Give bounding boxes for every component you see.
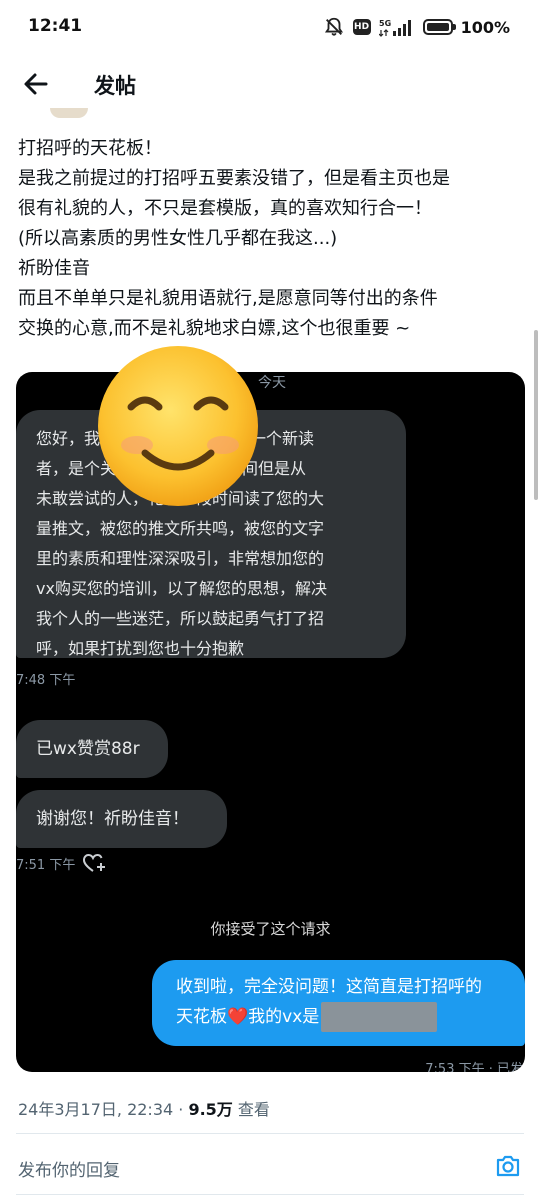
- post-line: 交换的心意,而不是礼貌地求白嫖,这个也很重要 ~: [18, 318, 411, 339]
- post-metadata: 24年3月17日, 22:34 · 9.5万 查看: [18, 1096, 270, 1120]
- heart-add-icon: [82, 853, 105, 872]
- view-count: 9.5万: [188, 1100, 233, 1119]
- red-heart-emoji: ❤️: [227, 1007, 249, 1027]
- divider: [16, 1194, 524, 1195]
- message-text: 我个人的一些迷茫，所以鼓起勇气打了招: [36, 609, 325, 628]
- message-bubble-incoming: 谢谢您！祈盼佳音！: [16, 790, 227, 848]
- post-timestamp: 24年3月17日, 22:34 ·: [18, 1100, 189, 1119]
- signal-icon: 5G: [378, 19, 411, 37]
- post-line: 祈盼佳音: [18, 258, 90, 279]
- message-bubble-incoming: 已wx赞赏88r: [16, 720, 168, 778]
- scrollbar[interactable]: [534, 330, 538, 500]
- message-timestamp: 7:53 下午 · 已发: [425, 1062, 523, 1072]
- bell-off-icon: [324, 17, 343, 36]
- message-text: 您好，我: [36, 429, 101, 448]
- message-timestamp: 7:48 下午: [16, 673, 76, 688]
- status-icons: HD 5G 100%: [323, 14, 510, 40]
- chat-date-label: 今天: [258, 375, 286, 391]
- status-bar: 12:41 HD 5G 100%: [0, 0, 540, 56]
- page-title: 发帖: [94, 74, 136, 98]
- message-text: 呼，如果打扰到您也十分抱歉: [36, 639, 245, 658]
- message-text: vx购买您的培训，以了解您的思想，解决: [36, 579, 327, 598]
- arrow-left-icon[interactable]: [20, 68, 52, 100]
- post-line: 打招呼的天花板！: [18, 138, 162, 159]
- message-text: 收到啦，完全没问题！这简直是打招呼的: [176, 977, 482, 997]
- post-line: 而且不单单只是礼貌用语就行,是愿意同等付出的条件: [18, 288, 438, 309]
- message-bubble-outgoing: 收到啦，完全没问题！这简直是打招呼的 天花板❤️我的vx是: [152, 960, 525, 1046]
- top-app-bar: 发帖: [0, 56, 540, 112]
- request-accepted-notice: 你接受了这个请求: [210, 920, 331, 938]
- post-line: 是我之前提过的打招呼五要素没错了，但是看主页也是: [18, 168, 450, 189]
- smiling-face-emoji: [98, 346, 258, 506]
- divider: [16, 1133, 524, 1134]
- message-text: 量推文，被您的推文所共鸣，被您的文字: [36, 519, 325, 538]
- redacted-block: [321, 1002, 438, 1032]
- post-line: (所以高素质的男性女性几乎都在我这...): [18, 228, 338, 249]
- battery-icon: [422, 19, 456, 35]
- message-timestamp: 7:51 下午: [16, 858, 76, 873]
- post-image[interactable]: 今天 您好，我久的一个新读 者，是个关注关知识很长时间但是从 未敢尝试的人，花了…: [16, 372, 525, 1072]
- view-label: 查看: [232, 1100, 270, 1119]
- status-time: 12:41: [28, 16, 83, 36]
- post-body: 打招呼的天花板！ 是我之前提过的打招呼五要素没错了，但是看主页也是 很有礼貌的人…: [18, 134, 528, 344]
- message-text: 里的素质和理性深深吸引，非常想加您的: [36, 549, 325, 568]
- message-text: 天花板: [176, 1007, 227, 1027]
- post-line: 很有礼貌的人，不只是套模版，真的喜欢知行合一！: [18, 198, 432, 219]
- hd-icon: HD: [352, 19, 371, 35]
- battery-percent: 100%: [460, 17, 510, 37]
- svg-text:5G: 5G: [379, 19, 391, 28]
- avatar[interactable]: [50, 108, 88, 118]
- message-text: 我的vx是: [248, 1007, 320, 1027]
- camera-icon[interactable]: [494, 1152, 522, 1180]
- reply-input[interactable]: 发布你的回复: [18, 1156, 120, 1181]
